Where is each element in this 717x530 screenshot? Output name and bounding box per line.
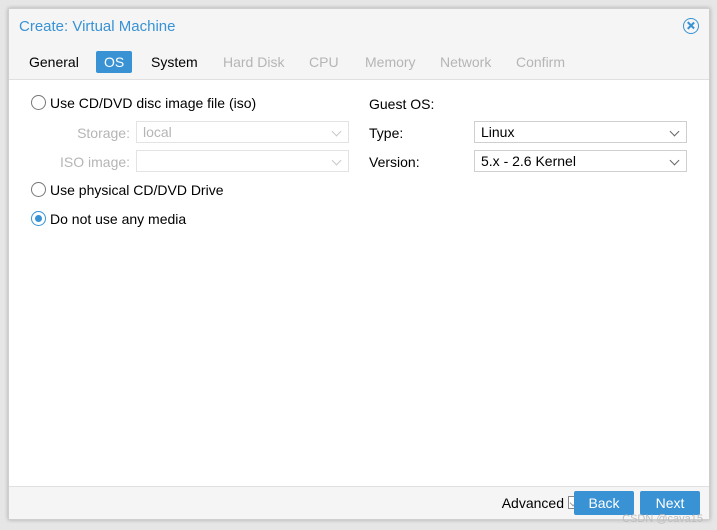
tab-confirm: Confirm — [516, 54, 566, 70]
no-media-radio[interactable] — [31, 211, 46, 226]
os-panel: Use CD/DVD disc image file (iso) Storage… — [9, 80, 709, 487]
os-type-value: Linux — [481, 124, 515, 140]
os-type-select[interactable]: Linux — [474, 121, 687, 143]
iso-option[interactable]: Use CD/DVD disc image file (iso) — [23, 93, 323, 113]
wizard-tabs: General OS System Hard Disk CPU Memory N… — [9, 45, 709, 80]
storage-value: local — [143, 124, 172, 140]
tab-cpu: CPU — [309, 54, 339, 70]
storage-label: Storage: — [77, 125, 130, 141]
chevron-down-icon — [331, 155, 342, 166]
iso-image-select — [136, 150, 349, 172]
no-media-label: Do not use any media — [50, 211, 187, 227]
tab-general[interactable]: General — [21, 51, 87, 73]
version-label: Version: — [369, 154, 420, 170]
dialog-window: Create: Virtual Machine General OS Syste… — [8, 8, 710, 520]
close-icon[interactable] — [683, 18, 699, 34]
title-bar: Create: Virtual Machine — [9, 9, 709, 45]
next-button[interactable]: Next — [640, 491, 700, 515]
tab-os[interactable]: OS — [96, 51, 133, 73]
tab-hard-disk: Hard Disk — [223, 54, 285, 70]
physical-drive-option[interactable]: Use physical CD/DVD Drive — [23, 180, 273, 200]
tab-system[interactable]: System — [143, 51, 206, 73]
type-label: Type: — [369, 125, 404, 141]
chevron-down-icon — [331, 126, 342, 137]
advanced-label: Advanced — [501, 495, 564, 511]
dialog-title: Create: Virtual Machine — [19, 18, 176, 35]
chevron-down-icon — [669, 155, 680, 166]
storage-select: local — [136, 121, 349, 143]
tab-memory: Memory — [365, 54, 416, 70]
os-version-value: 5.x - 2.6 Kernel — [481, 153, 576, 169]
back-button[interactable]: Back — [574, 491, 634, 515]
os-version-select[interactable]: 5.x - 2.6 Kernel — [474, 150, 687, 172]
physical-drive-radio[interactable] — [31, 182, 46, 197]
no-media-option[interactable]: Do not use any media — [23, 209, 273, 229]
chevron-down-icon — [669, 126, 680, 137]
iso-radio[interactable] — [31, 95, 46, 110]
guest-os-heading: Guest OS: — [369, 96, 435, 112]
tab-network: Network — [440, 54, 492, 70]
physical-drive-label: Use physical CD/DVD Drive — [50, 182, 224, 198]
iso-option-label: Use CD/DVD disc image file (iso) — [50, 95, 257, 111]
iso-image-label: ISO image: — [60, 154, 131, 170]
dialog-footer: Advanced Back Next — [9, 486, 709, 519]
watermark-text: CSDN @cava15 — [622, 513, 703, 525]
